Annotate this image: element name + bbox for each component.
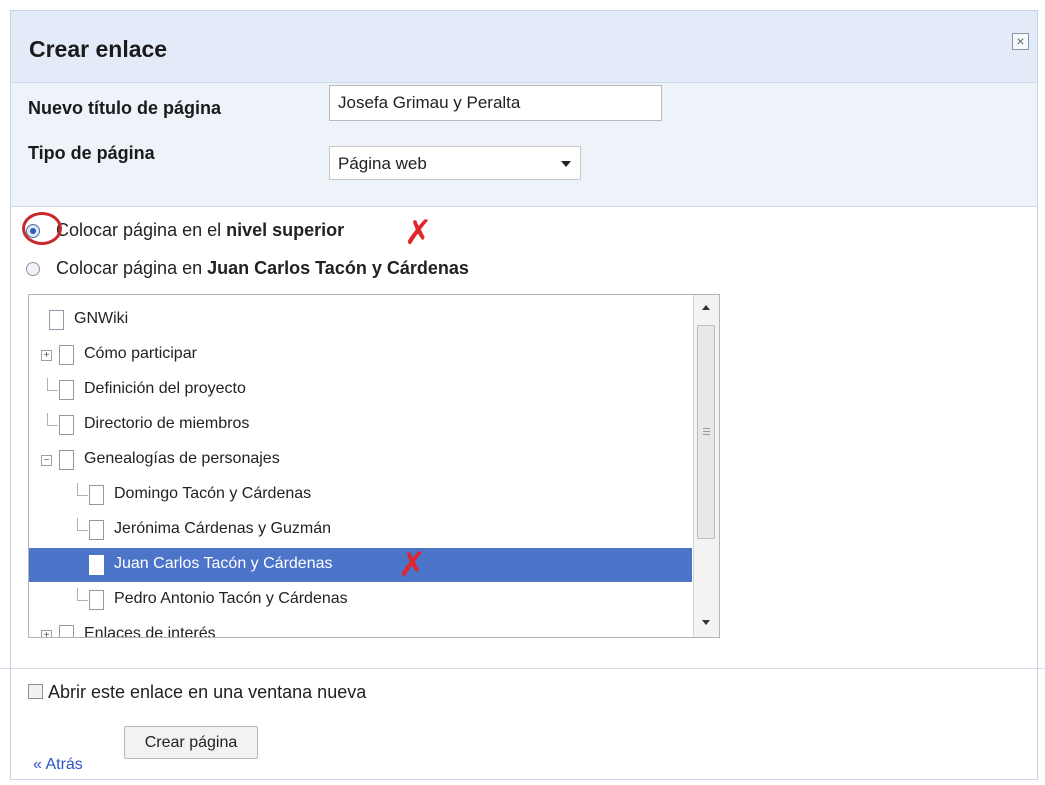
page-title-input[interactable] <box>329 85 662 121</box>
tree-item[interactable]: + Enlaces de interés <box>29 618 692 638</box>
tree-branch-line <box>77 518 88 531</box>
page-icon <box>59 450 74 470</box>
page-icon <box>59 345 74 365</box>
tree-branch-line <box>47 413 58 426</box>
tree-item-label: Definición del proyecto <box>84 380 246 397</box>
close-icon[interactable]: × <box>1012 33 1029 50</box>
page-icon <box>89 485 104 505</box>
page-icon <box>59 415 74 435</box>
chevron-down-icon <box>561 161 571 167</box>
page-icon <box>59 380 74 400</box>
collapse-icon[interactable]: − <box>41 455 52 466</box>
tree-item[interactable]: Pedro Antonio Tacón y Cárdenas <box>29 583 692 617</box>
page-type-select[interactable]: Página web <box>329 146 581 180</box>
tree-item-label: GNWiki <box>74 310 129 327</box>
place-top-level-label: Colocar página en el nivel superior <box>56 220 345 240</box>
annotation-x-icon: ✗ <box>398 545 427 585</box>
tree-item[interactable]: Definición del proyecto <box>29 373 692 407</box>
place-under-page-label: Colocar página en Juan Carlos Tacón y Cá… <box>56 258 469 278</box>
page-tree: GNWiki + Cómo participar Definición del pro… <box>28 294 720 638</box>
expand-icon[interactable]: + <box>41 630 52 637</box>
dialog-title: Crear enlace <box>29 36 168 62</box>
tree-item-label: Enlaces de interés <box>84 625 216 638</box>
create-page-button[interactable]: Crear página <box>124 726 258 759</box>
page-icon <box>89 520 104 540</box>
footer-divider <box>0 668 1045 669</box>
annotation-circle <box>22 212 62 245</box>
page-title-label: Nuevo título de página <box>28 98 222 118</box>
dialog-title-bar: Crear enlace × <box>11 11 1037 83</box>
tree-item-label: Directorio de miembros <box>84 415 250 432</box>
expand-icon[interactable]: + <box>41 350 52 361</box>
new-window-label: Abrir este enlace en una ventana nueva <box>48 682 367 702</box>
page-icon <box>89 555 104 575</box>
page-type-label: Tipo de página <box>28 143 155 163</box>
page-icon <box>49 310 64 330</box>
page-icon <box>59 625 74 637</box>
tree-item-label: Jerónima Cárdenas y Guzmán <box>114 520 331 537</box>
tree-item-label: Cómo participar <box>84 345 197 362</box>
tree-item[interactable]: Juan Carlos Tacón y Cárdenas <box>29 548 692 582</box>
tree-item-label: Genealogías de personajes <box>84 450 280 467</box>
tree-branch-line <box>77 483 88 496</box>
scroll-up-icon[interactable] <box>702 305 710 310</box>
annotation-x-icon: ✗ <box>404 213 433 253</box>
tree-item[interactable]: − Genealogías de personajes <box>29 443 692 477</box>
tree-item[interactable]: Domingo Tacón y Cárdenas <box>29 478 692 512</box>
place-under-page-radio[interactable] <box>26 262 40 276</box>
tree-branch-line <box>77 588 88 601</box>
tree-item[interactable]: Directorio de miembros <box>29 408 692 442</box>
back-link[interactable]: « Atrás <box>33 756 83 774</box>
tree-item-label: Juan Carlos Tacón y Cárdenas <box>114 555 333 572</box>
tree-item-label: Pedro Antonio Tacón y Cárdenas <box>114 590 348 607</box>
page-icon <box>89 590 104 610</box>
tree-item[interactable]: + Cómo participar <box>29 338 692 372</box>
scroll-down-icon[interactable] <box>702 620 710 625</box>
tree-scrollbar[interactable] <box>693 295 719 637</box>
tree-item-label: Domingo Tacón y Cárdenas <box>114 485 312 502</box>
tree-item[interactable]: GNWiki <box>29 303 692 337</box>
new-window-checkbox[interactable] <box>28 684 43 699</box>
page-type-value: Página web <box>338 154 427 173</box>
scroll-thumb[interactable] <box>697 325 715 539</box>
tree-branch-line <box>47 378 58 391</box>
tree-item[interactable]: Jerónima Cárdenas y Guzmán <box>29 513 692 547</box>
